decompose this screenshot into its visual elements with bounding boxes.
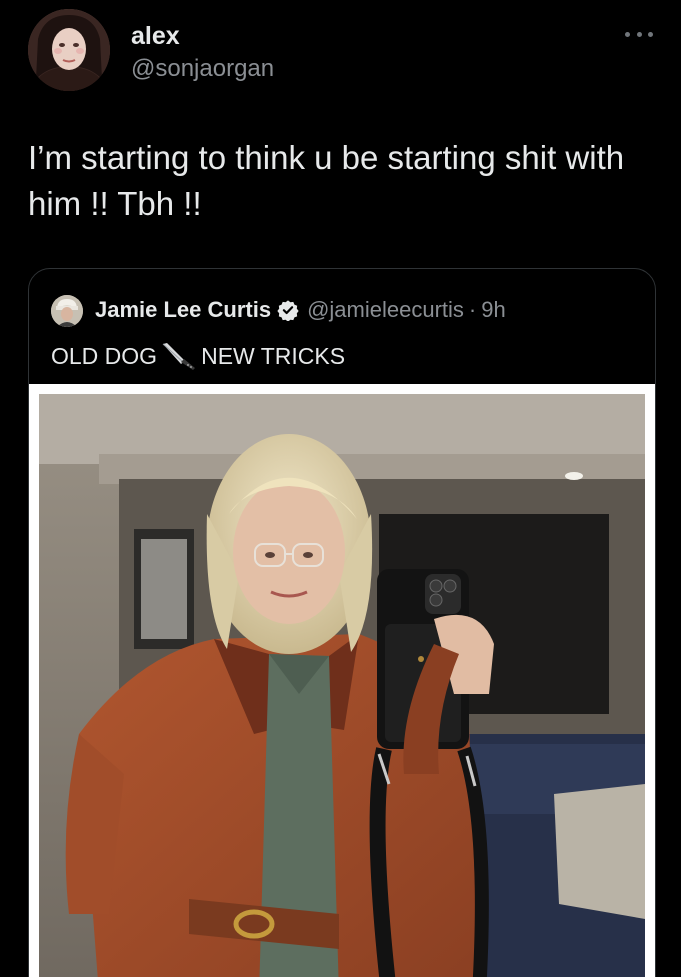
quoted-media-frame[interactable] xyxy=(29,384,655,977)
tweet-header: alex @sonjaorgan xyxy=(0,0,681,110)
quoted-author-handle[interactable]: @jamieleecurtis xyxy=(307,297,464,323)
knife-icon xyxy=(159,341,199,371)
quoted-author-avatar[interactable] xyxy=(51,295,83,327)
more-dot xyxy=(648,31,653,37)
separator-dot: · xyxy=(468,297,477,322)
author-display-name[interactable]: alex xyxy=(131,22,180,51)
avatar-portrait xyxy=(28,9,110,91)
quoted-media-photo[interactable] xyxy=(39,394,645,977)
quoted-author-display-name[interactable]: Jamie Lee Curtis xyxy=(95,297,271,323)
quoted-tweet-header: Jamie Lee Curtis @jamieleecurtis · 9h xyxy=(95,297,506,323)
author-avatar[interactable] xyxy=(28,9,110,91)
quoted-text-after: NEW TRICKS xyxy=(201,342,346,369)
quoted-timestamp[interactable]: 9h xyxy=(481,297,505,323)
more-dot xyxy=(625,31,630,37)
more-horizontal-icon[interactable] xyxy=(625,24,653,44)
more-dot xyxy=(636,31,642,37)
photo-illustration xyxy=(39,394,645,977)
quoted-tweet-text: OLD DOG NEW TRICKS xyxy=(51,341,345,371)
verified-badge-icon xyxy=(277,299,299,322)
author-handle[interactable]: @sonjaorgan xyxy=(131,55,274,83)
quoted-tweet-card[interactable]: Jamie Lee Curtis @jamieleecurtis · 9h OL… xyxy=(28,268,656,977)
quoted-text-before: OLD DOG xyxy=(51,342,158,369)
tweet-text: I’m starting to think u be starting shit… xyxy=(28,139,625,222)
quoted-avatar-portrait xyxy=(51,295,83,327)
